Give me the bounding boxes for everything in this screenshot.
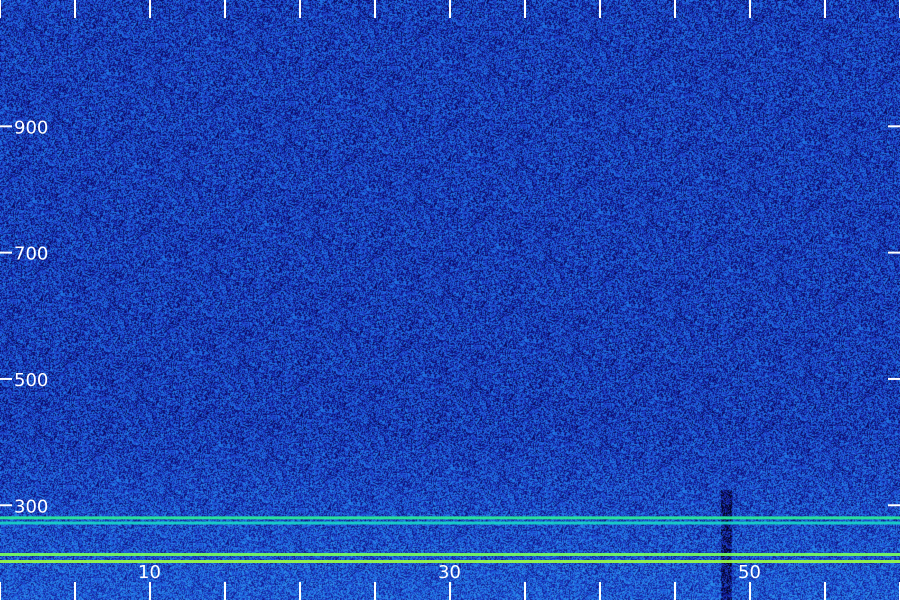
y-tick-label-900: 900 [14,117,48,138]
x-tick-label-10: 10 [138,562,161,583]
spectrogram-plot: 10 30 50 300 500 700 900 [0,0,900,600]
x-tick-label-30: 30 [438,562,461,583]
y-tick-label-300: 300 [14,496,48,517]
y-tick-label-500: 500 [14,370,48,391]
axes-overlay: 10 30 50 300 500 700 900 [0,0,900,600]
y-tick-label-700: 700 [14,244,48,265]
x-tick-label-50: 50 [738,562,761,583]
